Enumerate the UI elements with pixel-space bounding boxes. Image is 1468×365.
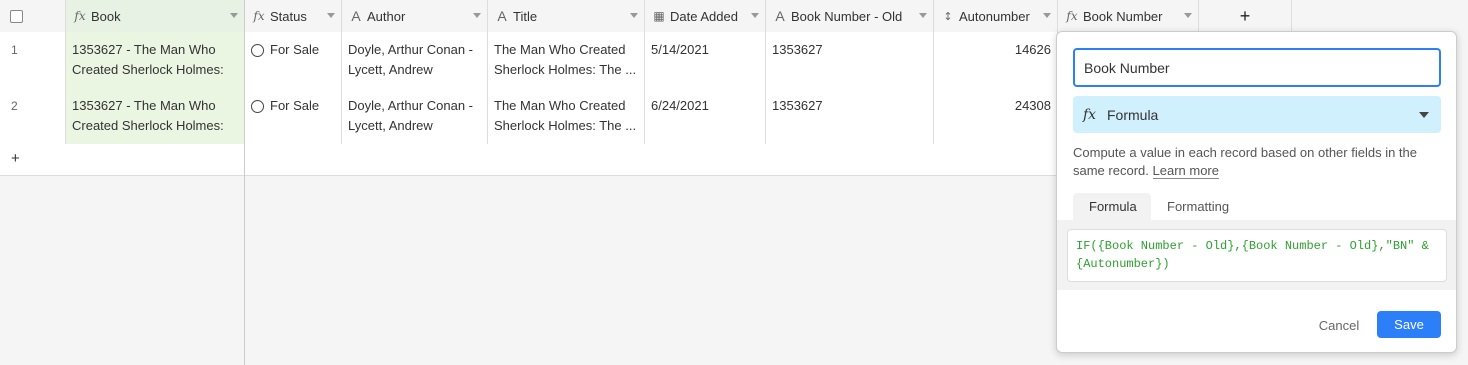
field-type-select[interactable]: fx Formula: [1073, 96, 1441, 133]
formula-icon: fx: [74, 9, 86, 23]
field-type-label: Formula: [1107, 106, 1159, 123]
status-circle-icon: [251, 99, 264, 113]
row-number: 1: [0, 32, 66, 88]
chevron-down-icon[interactable]: [473, 13, 481, 18]
cell-author[interactable]: Doyle, Arthur Conan - Lycett, Andrew: [342, 88, 488, 144]
frozen-column-divider[interactable]: [244, 0, 245, 365]
select-all-checkbox[interactable]: [10, 9, 23, 23]
cell-autonumber[interactable]: 24308: [934, 88, 1058, 144]
description-text: Compute a value in each record based on …: [1073, 145, 1417, 178]
column-label: Book Number: [1083, 8, 1163, 24]
cell-book-number-old[interactable]: 1353627: [766, 88, 934, 144]
text-icon: A: [497, 8, 507, 24]
cell-title[interactable]: The Man Who Created Sherlock Holmes: The…: [488, 32, 645, 88]
formula-icon: fx: [253, 9, 265, 23]
chevron-down-icon[interactable]: [751, 13, 759, 18]
column-label: Book: [91, 8, 121, 24]
column-header-book-number[interactable]: fx Book Number: [1058, 0, 1199, 32]
field-name-input[interactable]: [1073, 48, 1441, 87]
formula-editor-panel: IF({Book Number - Old},{Book Number - Ol…: [1057, 220, 1456, 290]
select-all-header: [0, 0, 66, 32]
cell-status[interactable]: For Sale: [245, 32, 342, 88]
column-label: Title: [513, 8, 538, 24]
formula-editor[interactable]: IF({Book Number - Old},{Book Number - Ol…: [1067, 229, 1447, 282]
chevron-down-icon[interactable]: [1043, 13, 1051, 18]
column-label: Author: [367, 8, 406, 24]
column-header-book[interactable]: fx Book: [66, 0, 245, 32]
field-type-description: Compute a value in each record based on …: [1073, 144, 1443, 180]
chevron-down-icon[interactable]: [919, 13, 927, 18]
status-label: For Sale: [270, 98, 320, 113]
cancel-button[interactable]: Cancel: [1313, 312, 1365, 338]
formula-icon: fx: [1066, 9, 1078, 23]
cell-title[interactable]: The Man Who Created Sherlock Holmes: The…: [488, 88, 645, 144]
calendar-icon: ▦: [653, 9, 665, 23]
chevron-down-icon[interactable]: [230, 13, 238, 18]
tab-formatting[interactable]: Formatting: [1151, 193, 1249, 220]
column-header-autonumber[interactable]: ↕ Autonumber: [934, 0, 1058, 32]
row-number: 2: [0, 88, 66, 144]
learn-more-link[interactable]: Learn more: [1152, 163, 1219, 179]
chevron-down-icon[interactable]: [327, 13, 335, 18]
field-config-dialog: fx Formula Compute a value in each recor…: [1056, 31, 1457, 353]
chevron-down-icon: [1419, 112, 1429, 118]
cell-status[interactable]: For Sale: [245, 88, 342, 144]
text-icon: A: [351, 8, 361, 24]
cell-date-added[interactable]: 6/24/2021: [645, 88, 766, 144]
column-header-title[interactable]: A Title: [488, 0, 645, 32]
text-icon: A: [775, 8, 785, 24]
add-column-button[interactable]: +: [1199, 0, 1292, 32]
column-header-status[interactable]: fx Status: [245, 0, 342, 32]
column-label: Status: [270, 8, 307, 24]
column-header-date-added[interactable]: ▦ Date Added: [645, 0, 766, 32]
cell-book[interactable]: 1353627 - The Man Who Created Sherlock H…: [66, 88, 245, 144]
column-header-row: fx Book fx Status A Author A Title ▦ Dat…: [0, 0, 1292, 33]
cell-autonumber[interactable]: 14626: [934, 32, 1058, 88]
formula-icon: fx: [1083, 106, 1097, 123]
cell-book[interactable]: 1353627 - The Man Who Created Sherlock H…: [66, 32, 245, 88]
cell-date-added[interactable]: 5/14/2021: [645, 32, 766, 88]
tab-formula[interactable]: Formula: [1073, 193, 1151, 220]
status-label: For Sale: [270, 42, 320, 57]
cell-book-number-old[interactable]: 1353627: [766, 32, 934, 88]
column-label: Book Number - Old: [791, 8, 903, 24]
chevron-down-icon[interactable]: [1184, 13, 1192, 18]
status-circle-icon: [251, 43, 264, 57]
autonumber-icon: ↕: [943, 9, 953, 23]
chevron-down-icon[interactable]: [630, 13, 638, 18]
column-label: Date Added: [670, 8, 738, 24]
plus-icon: +: [11, 150, 20, 167]
column-header-author[interactable]: A Author: [342, 0, 488, 32]
cell-author[interactable]: Doyle, Arthur Conan - Lycett, Andrew: [342, 32, 488, 88]
column-header-book-number-old[interactable]: A Book Number - Old: [766, 0, 934, 32]
save-button[interactable]: Save: [1377, 311, 1441, 338]
column-label: Autonumber: [959, 8, 1030, 24]
